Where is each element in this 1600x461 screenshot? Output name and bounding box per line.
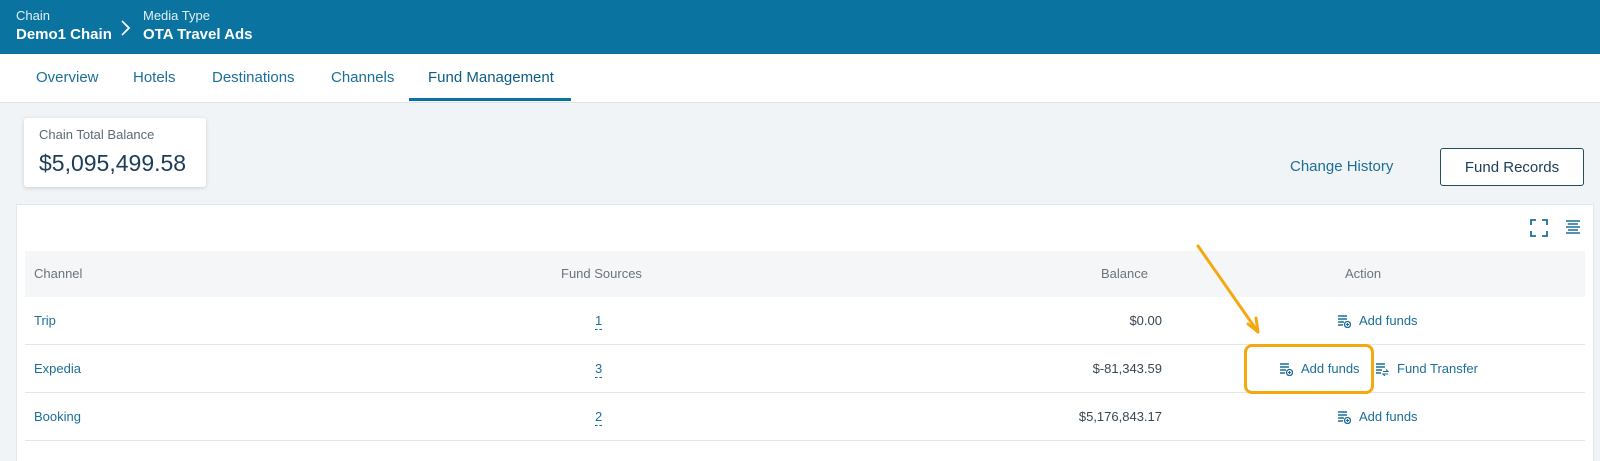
table-row: Trip 1 $0.00 Add funds <box>25 297 1585 345</box>
column-header-action: Action <box>1345 266 1382 281</box>
tab-bar: Overview Hotels Destinations Channels Fu… <box>0 54 1600 103</box>
tab-channels[interactable]: Channels <box>331 54 394 102</box>
add-funds-icon <box>1338 314 1351 328</box>
table-density-icon[interactable] <box>1563 218 1583 238</box>
fund-sources-link[interactable]: 2 <box>595 409 603 426</box>
annotation-arrow-icon <box>1196 244 1260 334</box>
breadcrumb-chain[interactable]: Chain Demo1 Chain <box>16 8 112 44</box>
column-header-fund-sources: Fund Sources <box>561 266 642 281</box>
channel-link[interactable]: Trip <box>34 313 56 328</box>
media-type-value: OTA Travel Ads <box>143 26 253 43</box>
fund-transfer-button[interactable]: Fund Transfer <box>1375 345 1478 392</box>
balance-value: $-81,343.59 <box>1092 361 1162 376</box>
balance-value: $0.00 <box>1129 313 1162 328</box>
fund-transfer-label: Fund Transfer <box>1397 361 1478 376</box>
table-header: Channel Fund Sources Balance Action <box>25 251 1585 297</box>
channel-link[interactable]: Booking <box>34 409 81 424</box>
fund-records-button[interactable]: Fund Records <box>1440 148 1584 186</box>
add-funds-button[interactable]: Add funds <box>1337 393 1418 440</box>
column-header-channel: Channel <box>34 266 83 281</box>
change-history-button[interactable]: Change History <box>1290 158 1393 175</box>
balance-label: Chain Total Balance <box>39 127 155 142</box>
tab-destinations[interactable]: Destinations <box>212 54 295 102</box>
tab-fund-management[interactable]: Fund Management <box>428 54 554 102</box>
tab-overview[interactable]: Overview <box>36 54 99 102</box>
chain-total-balance-card: Chain Total Balance $5,095,499.58 <box>24 118 206 187</box>
top-header: Chain Demo1 Chain Media Type OTA Travel … <box>0 0 1600 54</box>
channel-link[interactable]: Expedia <box>34 361 81 376</box>
expand-icon[interactable] <box>1529 218 1549 238</box>
fund-sources-link[interactable]: 1 <box>595 313 603 330</box>
add-funds-label: Add funds <box>1359 409 1418 424</box>
chain-value: Demo1 Chain <box>16 26 112 43</box>
add-funds-label: Add funds <box>1359 313 1418 328</box>
table-row: Booking 2 $5,176,843.17 Add funds <box>25 393 1585 441</box>
fund-transfer-icon <box>1376 362 1389 376</box>
balance-amount: $5,095,499.58 <box>39 150 187 176</box>
active-tab-indicator <box>409 98 571 101</box>
fund-sources-link[interactable]: 3 <box>595 361 603 378</box>
breadcrumb-media-type[interactable]: Media Type OTA Travel Ads <box>143 8 252 44</box>
channel-funds-panel: Channel Fund Sources Balance Action Trip… <box>16 204 1594 461</box>
annotation-highlight-box <box>1244 344 1374 394</box>
add-funds-icon <box>1338 410 1351 424</box>
balance-value: $5,176,843.17 <box>1078 409 1162 424</box>
chain-label: Chain <box>16 8 50 23</box>
column-header-balance: Balance <box>1101 266 1148 281</box>
add-funds-button[interactable]: Add funds <box>1337 297 1418 344</box>
tab-hotels[interactable]: Hotels <box>133 54 176 102</box>
chevron-right-icon <box>121 20 131 36</box>
media-type-label: Media Type <box>143 8 210 23</box>
